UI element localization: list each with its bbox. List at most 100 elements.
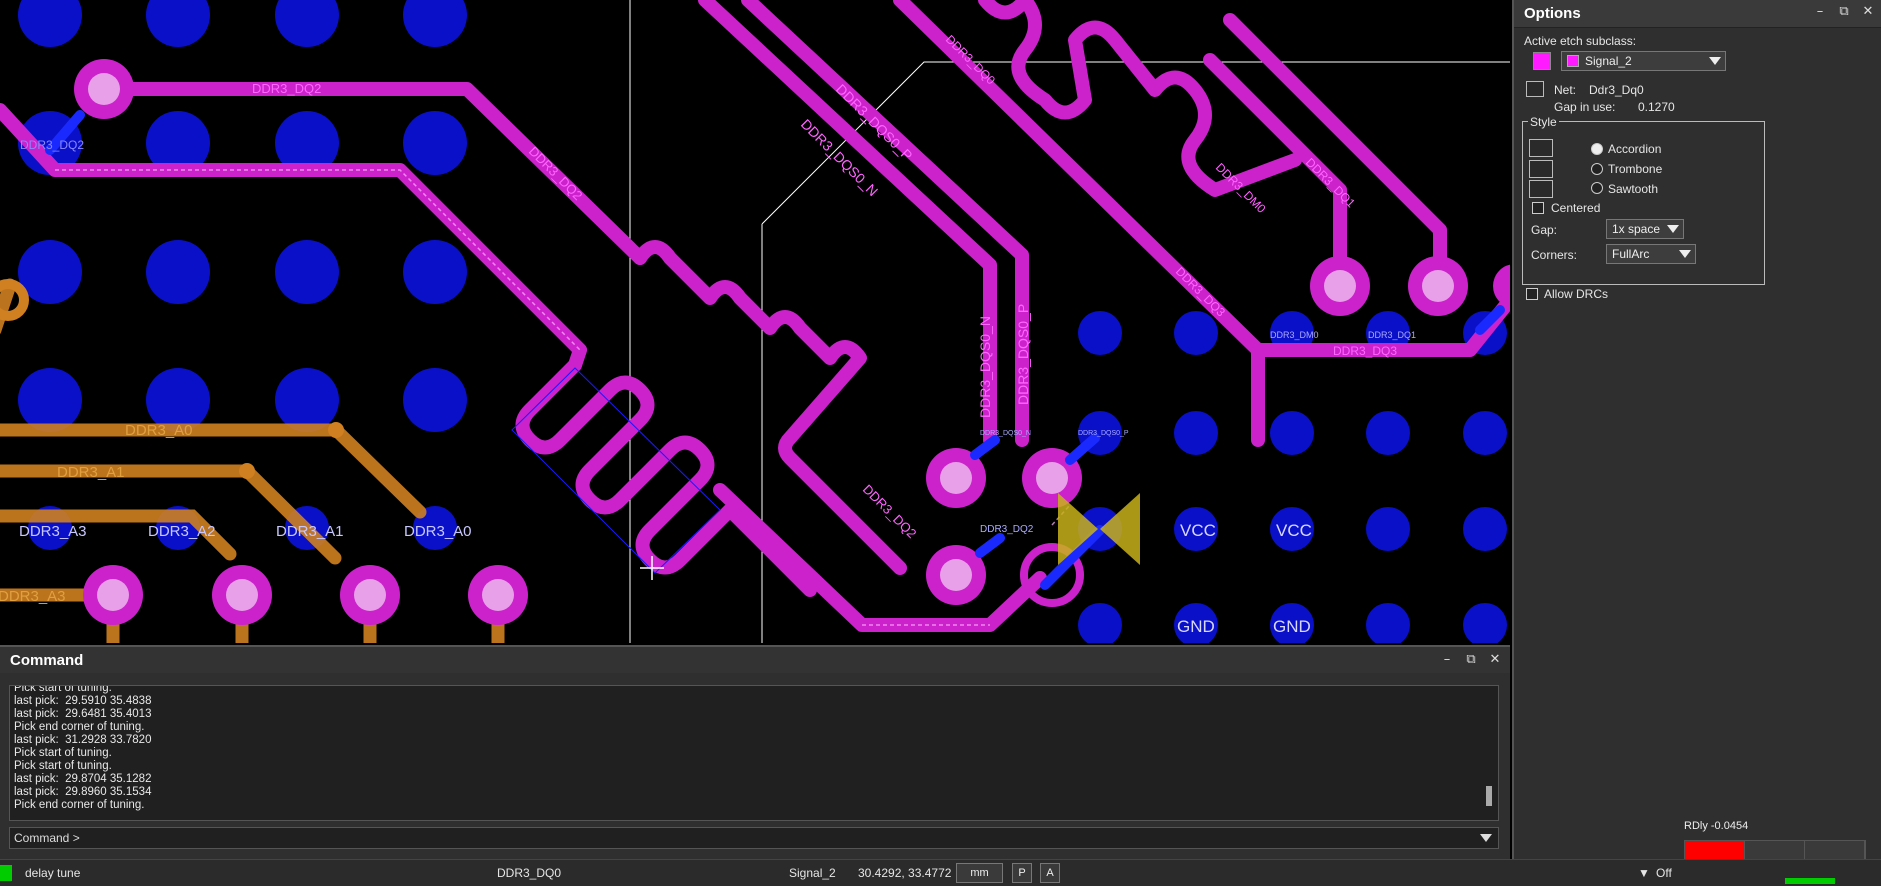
label-ddr3-dq2: DDR3_DQ2 <box>20 138 84 152</box>
pcb-drawing[interactable]: DDR3_DQ2 DDR3_DQ2 DDR3_DQ2 DDR3_DQS0_P D… <box>0 0 1510 643</box>
options-window-controls: – ⧉ ✕ <box>1813 4 1875 19</box>
log-line: Pick start of tuning. <box>14 747 112 759</box>
status-indicator <box>0 865 12 881</box>
options-titlebar: Options – ⧉ ✕ <box>1514 0 1881 28</box>
restore-icon[interactable]: ⧉ <box>1464 652 1478 667</box>
status-subclass: Signal_2 <box>789 866 836 880</box>
command-panel: Command – ⧉ ✕ Pick start of tuning. last… <box>0 645 1510 860</box>
label-gnd: GND <box>1177 617 1215 636</box>
corners-label: Corners: <box>1531 248 1578 262</box>
gap-value: 1x space <box>1612 222 1661 236</box>
corners-select[interactable]: FullArc <box>1606 244 1696 264</box>
label-ddr3-a1: DDR3_A1 <box>276 523 344 540</box>
label-ddr3-dqs0-p: DDR3_DQS0_P <box>1015 304 1031 405</box>
style-group-title: Style <box>1528 115 1559 129</box>
label-ddr3-a0: DDR3_A0 <box>404 523 472 540</box>
units-button[interactable]: mm <box>956 863 1003 883</box>
command-titlebar: Command – ⧉ ✕ <box>0 647 1510 673</box>
log-line: Pick start of tuning. <box>14 760 112 772</box>
gap-in-use-label: Gap in use: <box>1554 100 1616 114</box>
net-label: Net: <box>1554 83 1577 97</box>
command-input[interactable]: Command > <box>9 827 1499 849</box>
trombone-radio[interactable] <box>1591 163 1603 175</box>
accordion-radio[interactable] <box>1591 143 1603 155</box>
corners-value: FullArc <box>1612 247 1650 261</box>
pcb-canvas[interactable]: DDR3_DQ2 DDR3_DQ2 DDR3_DQ2 DDR3_DQS0_P D… <box>0 0 1510 643</box>
label-ddr3-dq2: DDR3_DQ2 <box>526 144 586 204</box>
label-ddr3-dq0: DDR3_DQ0 <box>943 32 998 87</box>
status-coords: 30.4292, 33.4772 <box>858 866 952 880</box>
allow-drcs-checkbox[interactable] <box>1526 288 1538 300</box>
filter-icon[interactable]: ▼ <box>1638 866 1650 880</box>
accordion-icon <box>1529 139 1553 157</box>
label-ddr3-a0-trace: DDR3_A0 <box>125 422 193 439</box>
trombone-label: Trombone <box>1608 162 1663 176</box>
log-line: Pick start of tuning. <box>14 685 112 694</box>
label-ddr3-a2: DDR3_A2 <box>148 523 216 540</box>
allow-drcs-label: Allow DRCs <box>1544 287 1609 301</box>
label-ddr3-dq3: DDR3_DQ3 <box>1173 264 1228 319</box>
minimize-icon[interactable]: – <box>1440 652 1454 667</box>
sawtooth-radio[interactable] <box>1591 182 1603 194</box>
chevron-down-icon <box>1679 250 1691 258</box>
close-icon[interactable]: ✕ <box>1861 4 1875 19</box>
chevron-down-icon <box>1667 225 1679 233</box>
log-line: last pick: 29.5910 35.4838 <box>14 695 152 707</box>
orange-via <box>328 422 344 438</box>
label-ddr3-dq2: DDR3_DQ2 <box>980 524 1034 535</box>
restore-icon[interactable]: ⧉ <box>1837 4 1851 19</box>
log-line: last pick: 31.2928 33.7820 <box>14 734 152 746</box>
log-line: last pick: 29.8960 35.1534 <box>14 786 152 798</box>
options-panel: Options – ⧉ ✕ Active etch subclass: Sign… <box>1512 0 1881 860</box>
label-ddr3-dm0: DDR3_DM0 <box>1270 330 1319 340</box>
gap-label: Gap: <box>1531 223 1558 237</box>
label-ddr3-a1-trace: DDR3_A1 <box>57 464 125 481</box>
subclass-select[interactable]: Signal_2 <box>1561 51 1726 71</box>
subclass-color-icon <box>1567 55 1579 67</box>
net-value: Ddr3_Dq0 <box>1589 83 1644 97</box>
chevron-down-icon[interactable] <box>1480 834 1492 842</box>
status-net: DDR3_DQ0 <box>497 866 562 880</box>
command-log[interactable]: Pick start of tuning. last pick: 29.5910… <box>9 685 1499 821</box>
log-line: Pick end corner of tuning. <box>14 721 145 733</box>
centered-checkbox[interactable] <box>1532 202 1544 214</box>
subclass-color-swatch[interactable] <box>1533 52 1551 70</box>
a-button[interactable]: A <box>1040 863 1060 883</box>
minimize-icon[interactable]: – <box>1813 4 1827 19</box>
accordion-label: Accordion <box>1608 142 1662 156</box>
label-vcc: VCC <box>1180 521 1216 540</box>
status-mode: delay tune <box>25 866 81 880</box>
label-ddr3-dq2: DDR3_DQ2 <box>252 81 321 96</box>
command-window-controls: – ⧉ ✕ <box>1440 652 1502 667</box>
label-ddr3-a3-trace: DDR3_A3 <box>0 588 66 605</box>
sawtooth-label: Sawtooth <box>1608 182 1659 196</box>
filter-state[interactable]: Off <box>1656 866 1672 880</box>
status-bar: delay tune DDR3_DQ0 Signal_2 30.4292, 33… <box>0 859 1881 886</box>
rdly-label: RDly -0.0454 <box>1684 820 1749 832</box>
label-ddr3-dq1: DDR3_DQ1 <box>1303 155 1358 210</box>
label-ddr3-dqs0-n: DDR3_DQS0_N <box>977 316 993 418</box>
gap-select[interactable]: 1x space <box>1606 219 1684 239</box>
command-title: Command <box>10 651 84 669</box>
label-ddr3-dq1: DDR3_DQ1 <box>1368 330 1416 340</box>
log-line: last pick: 29.6481 35.4013 <box>14 708 152 720</box>
log-line: last pick: 29.8704 35.1282 <box>14 773 152 785</box>
options-title: Options <box>1524 5 1581 22</box>
progress-indicator <box>1785 878 1835 884</box>
p-button[interactable]: P <box>1012 863 1032 883</box>
trombone-icon <box>1529 160 1553 178</box>
orange-via <box>239 463 255 479</box>
sawtooth-icon <box>1529 180 1553 198</box>
label-ddr3-dqs0-n: DDR3_DQS0_N <box>980 430 1031 437</box>
log-line: Pick end corner of tuning. <box>14 799 145 811</box>
gap-in-use-value: 0.1270 <box>1638 100 1675 114</box>
command-log-scrollbar[interactable] <box>1486 786 1492 806</box>
subclass-value: Signal_2 <box>1585 54 1632 68</box>
net-pick-icon[interactable] <box>1526 81 1544 97</box>
label-ddr3-a3: DDR3_A3 <box>19 523 87 540</box>
label-vcc: VCC <box>1276 521 1312 540</box>
active-etch-label: Active etch subclass: <box>1524 34 1637 48</box>
close-icon[interactable]: ✕ <box>1488 652 1502 667</box>
command-prompt: Command > <box>14 831 80 845</box>
label-gnd: GND <box>1273 617 1311 636</box>
